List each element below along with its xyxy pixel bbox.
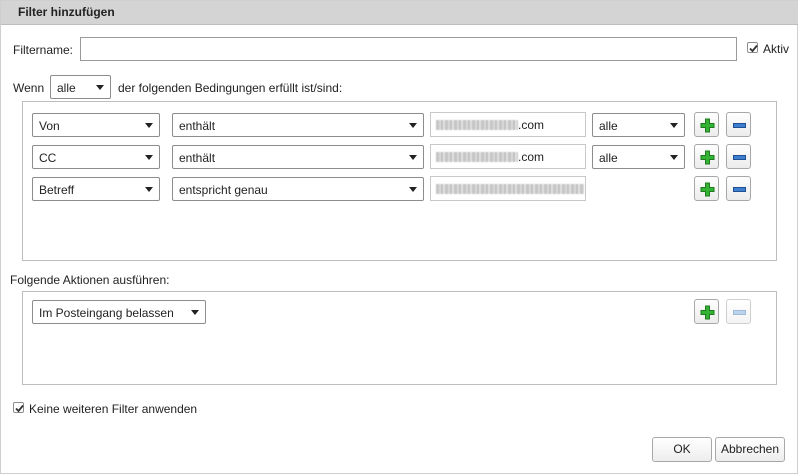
ok-button[interactable]: OK: [652, 437, 712, 462]
stop-processing-checkbox[interactable]: [13, 402, 24, 413]
add-condition-button[interactable]: [694, 144, 719, 169]
action-select[interactable]: Im Posteingang belassen: [32, 300, 206, 324]
condition-value-input[interactable]: .com: [430, 112, 586, 137]
dialog-titlebar[interactable]: Filter hinzufügen: [1, 1, 798, 25]
cancel-button[interactable]: Abbrechen: [715, 437, 785, 462]
match-type-value: alle: [57, 81, 76, 95]
redacted-text: [436, 184, 584, 194]
conditions-suffix: der folgenden Bedingungen erfüllt ist/si…: [118, 81, 343, 95]
active-label: Aktiv: [763, 42, 790, 56]
stop-processing-label: Keine weiteren Filter anwenden: [29, 402, 198, 416]
add-condition-button[interactable]: [694, 176, 719, 201]
plus-icon: [700, 118, 715, 133]
chevron-down-icon: [145, 123, 153, 128]
minus-icon: [733, 123, 746, 128]
remove-action-button[interactable]: [726, 299, 751, 324]
condition-value-input[interactable]: [430, 176, 586, 201]
chevron-down-icon: [670, 123, 678, 128]
checkmark-icon: [15, 404, 24, 413]
remove-condition-button[interactable]: [726, 176, 751, 201]
chevron-down-icon: [191, 310, 199, 315]
chevron-down-icon: [409, 155, 417, 160]
condition-value-input[interactable]: .com: [430, 144, 586, 169]
condition-field-select[interactable]: Betreff: [32, 177, 160, 201]
remove-condition-button[interactable]: [726, 112, 751, 137]
minus-icon: [733, 187, 746, 192]
redacted-text: [436, 120, 518, 130]
remove-condition-button[interactable]: [726, 144, 751, 169]
dialog-title: Filter hinzufügen: [18, 5, 115, 19]
match-type-select[interactable]: alle: [50, 75, 111, 99]
active-checkbox[interactable]: [747, 42, 758, 53]
add-action-button[interactable]: [694, 299, 719, 324]
filtername-label: Filtername:: [13, 43, 74, 57]
plus-icon: [700, 305, 715, 320]
filtername-input[interactable]: [80, 37, 737, 61]
minus-icon: [733, 310, 746, 315]
condition-scope-select[interactable]: alle: [592, 145, 685, 169]
chevron-down-icon: [409, 187, 417, 192]
add-condition-button[interactable]: [694, 112, 719, 137]
minus-icon: [733, 155, 746, 160]
checkmark-icon: [749, 44, 758, 53]
conditions-prefix: Wenn: [13, 81, 45, 95]
chevron-down-icon: [145, 187, 153, 192]
filter-dialog: Filter hinzufügen Filtername: Aktiv Wenn…: [0, 0, 798, 474]
condition-field-select[interactable]: CC: [32, 145, 160, 169]
chevron-down-icon: [409, 123, 417, 128]
actions-label: Folgende Aktionen ausführen:: [10, 273, 170, 287]
redacted-text: [436, 152, 518, 162]
condition-operator-select[interactable]: enthält: [172, 113, 424, 137]
condition-operator-select[interactable]: enthält: [172, 145, 424, 169]
chevron-down-icon: [145, 155, 153, 160]
chevron-down-icon: [670, 155, 678, 160]
plus-icon: [700, 150, 715, 165]
condition-operator-select[interactable]: entspricht genau: [172, 177, 424, 201]
condition-scope-select[interactable]: alle: [592, 113, 685, 137]
plus-icon: [700, 182, 715, 197]
condition-field-select[interactable]: Von: [32, 113, 160, 137]
chevron-down-icon: [96, 85, 104, 90]
